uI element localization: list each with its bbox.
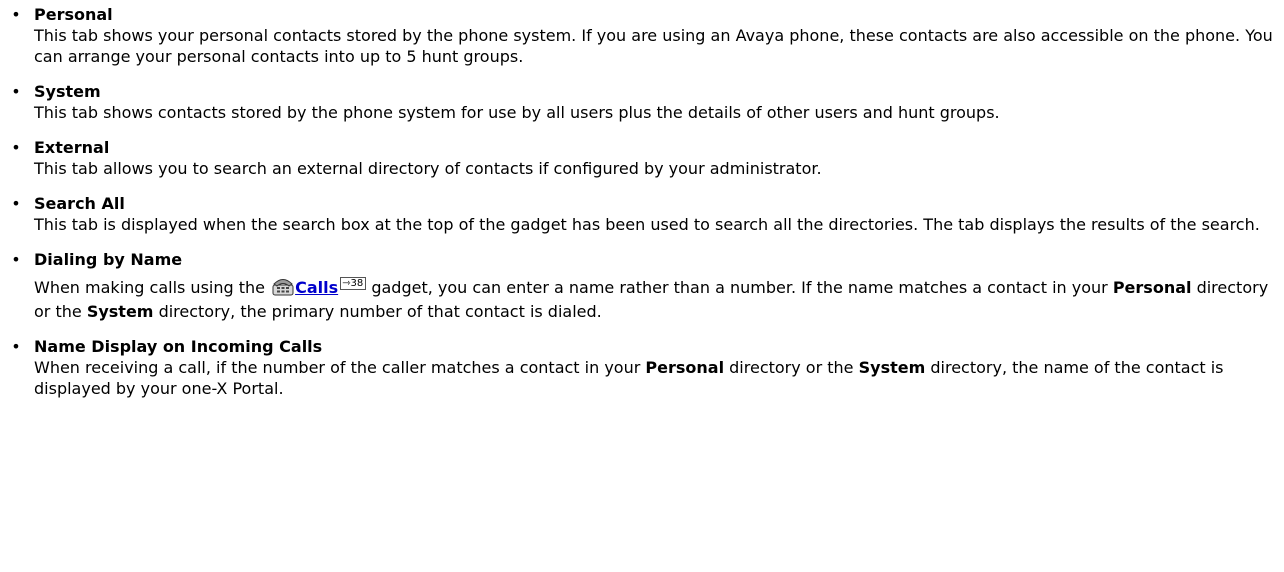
list-item-dialing-by-name: • Dialing by Name When making calls usin… [0, 249, 1284, 322]
term-personal: Personal [645, 358, 725, 377]
item-title: System [34, 82, 101, 101]
description-text: directory, the primary number of that co… [158, 302, 602, 321]
item-description: This tab allows you to search an externa… [34, 159, 822, 178]
item-description: This tab is displayed when the search bo… [34, 215, 1260, 234]
help-document: • Personal This tab shows your personal … [0, 0, 1284, 399]
page-ref-arrow-icon: ⇾ [342, 278, 351, 289]
description-text: directory or the [729, 358, 854, 377]
item-title: External [34, 138, 110, 157]
item-title: Search All [34, 194, 125, 213]
term-system: System [86, 302, 154, 321]
bullet: • [11, 337, 21, 356]
page-number: 38 [350, 278, 364, 289]
bullet: • [11, 82, 21, 101]
list-item-system: • System This tab shows contacts stored … [0, 81, 1284, 123]
item-title: Name Display on Incoming Calls [34, 337, 323, 356]
item-description: When making calls using the Calls ⇾38 gad… [34, 276, 1278, 322]
bullet: • [11, 5, 21, 24]
term-personal: Personal [1112, 278, 1192, 297]
list-item-external: • External This tab allows you to search… [0, 137, 1284, 179]
calls-link[interactable]: Calls [295, 278, 338, 297]
item-description: This tab shows contacts stored by the ph… [34, 103, 1000, 122]
description-text: gadget, you can enter a name rather than… [371, 278, 1108, 297]
bullet: • [11, 138, 21, 157]
phone-icon [272, 276, 294, 301]
term-system: System [858, 358, 926, 377]
item-description: This tab shows your personal contacts st… [34, 26, 1273, 66]
description-text: When receiving a call, if the number of … [34, 358, 641, 377]
list-item-search-all: • Search All This tab is displayed when … [0, 193, 1284, 235]
item-title: Dialing by Name [34, 250, 183, 269]
feature-list: • Personal This tab shows your personal … [0, 4, 1284, 399]
page-reference[interactable]: ⇾38 [340, 277, 367, 290]
list-item-name-display: • Name Display on Incoming Calls When re… [0, 336, 1284, 399]
description-text: When making calls using the [34, 278, 265, 297]
item-title: Personal [34, 5, 113, 24]
list-item-personal: • Personal This tab shows your personal … [0, 4, 1284, 67]
bullet: • [11, 250, 21, 269]
item-description: When receiving a call, if the number of … [34, 357, 1278, 399]
bullet: • [11, 194, 21, 213]
